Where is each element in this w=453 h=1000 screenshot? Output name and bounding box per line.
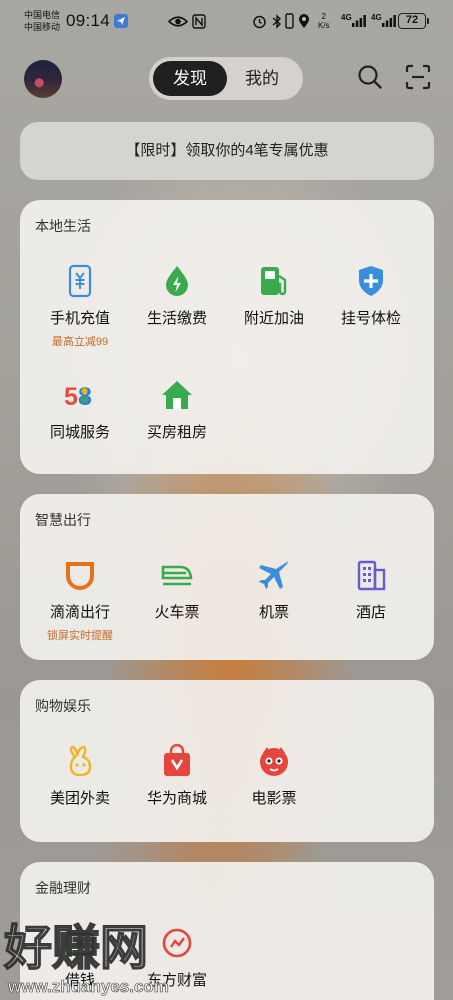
house-icon xyxy=(162,381,192,409)
carrier-2: 中国移动 xyxy=(24,22,61,32)
tile-city-service[interactable]: 5 8 同城服务 xyxy=(30,378,130,442)
didi-icon xyxy=(66,562,94,590)
signal-type-2: 4G xyxy=(371,13,382,22)
tile-label: 美团外卖 xyxy=(49,790,110,807)
tile-flight[interactable]: 机票 xyxy=(224,558,324,622)
tile-label: 同城服务 xyxy=(49,424,110,441)
watermark-url: www.zhuanyes.com xyxy=(7,977,169,996)
scan-icon[interactable] xyxy=(405,64,431,90)
tab-mine[interactable]: 我的 xyxy=(225,61,299,96)
carrier-info: 中国电信 中国移动 xyxy=(24,9,60,33)
signal-type-1: 4G xyxy=(341,13,352,22)
train-icon xyxy=(161,565,193,586)
tile-medical[interactable]: 挂号体检 xyxy=(321,264,421,328)
section-shopping-entertainment: 购物娱乐 美团外卖 华为商城 电影票 xyxy=(20,680,434,842)
tile-phone-recharge[interactable]: 手机充值 最高立减99 xyxy=(30,264,130,349)
tile-train[interactable]: 火车票 xyxy=(127,558,227,622)
tile-label: 华为商城 xyxy=(146,790,207,807)
vibrate-icon xyxy=(285,13,294,29)
carrier-1: 中国电信 xyxy=(24,10,61,20)
site-watermark: 好赚网 www.zhuanyes.com xyxy=(2,919,169,996)
section-title: 智慧出行 xyxy=(35,512,91,528)
tile-movie-ticket[interactable]: 电影票 xyxy=(224,744,324,808)
tile-label: 机票 xyxy=(258,604,289,621)
58-logo-icon: 5 8 xyxy=(64,383,92,411)
tile-label: 附近加油 xyxy=(243,310,304,327)
signal-bars-1-icon xyxy=(352,15,366,27)
tile-didi[interactable]: 滴滴出行 锁屏实时提醒 xyxy=(30,558,130,643)
utility-bill-icon xyxy=(166,266,188,296)
section-title: 购物娱乐 xyxy=(35,698,91,714)
tile-utility-bill[interactable]: 生活缴费 xyxy=(127,264,227,328)
location-arrow-icon xyxy=(114,14,128,28)
alarm-icon xyxy=(253,15,266,29)
net-speed-unit: K/s xyxy=(318,21,330,30)
tile-label: 酒店 xyxy=(355,604,386,621)
hotel-icon xyxy=(357,560,386,591)
promo-banner[interactable]: 【限时】领取你的4笔专属优惠 xyxy=(20,122,434,180)
section-local-life: 本地生活 手机充值 最高立减99 生活缴费 附近加油 挂号体检 5 同城服务 买… xyxy=(20,200,434,474)
net-speed: 2 K/s xyxy=(318,12,330,30)
tile-label: 生活缴费 xyxy=(146,310,207,327)
tile-huawei-store[interactable]: 华为商城 xyxy=(127,744,227,808)
watermark-text: 好赚网 xyxy=(3,920,148,976)
tile-label: 手机充值 xyxy=(49,310,110,327)
shopping-bag-icon xyxy=(164,744,190,776)
tile-meituan[interactable]: 美团外卖 xyxy=(30,744,130,808)
tile-label: 火车票 xyxy=(154,604,200,621)
tile-real-estate[interactable]: 买房租房 xyxy=(127,378,227,442)
user-avatar[interactable] xyxy=(24,60,62,98)
status-bar: 中国电信 中国移动 09:14 2 K/s 4G 4G 72 xyxy=(0,0,453,46)
clock: 09:14 xyxy=(66,11,111,30)
movie-ticket-icon xyxy=(260,747,288,776)
tile-label: 滴滴出行 xyxy=(49,604,110,621)
tile-gas-station[interactable]: 附近加油 xyxy=(224,264,324,328)
tab-switcher: 发现 我的 xyxy=(149,57,303,100)
airplane-icon xyxy=(259,561,288,589)
tab-discover[interactable]: 发现 xyxy=(153,61,227,96)
tile-hotel[interactable]: 酒店 xyxy=(321,558,421,622)
search-icon[interactable] xyxy=(357,64,383,90)
medical-shield-icon xyxy=(359,266,383,296)
tile-sublabel: 最高立减99 xyxy=(51,336,109,348)
bluetooth-icon xyxy=(272,14,282,29)
section-title: 金融理财 xyxy=(35,880,91,896)
gas-station-icon xyxy=(261,267,287,296)
svg-text:5: 5 xyxy=(64,383,78,411)
eye-comfort-icon xyxy=(168,16,188,27)
section-smart-travel: 智慧出行 滴滴出行 锁屏实时提醒 火车票 机票 酒店 xyxy=(20,494,434,660)
net-speed-value: 2 xyxy=(321,12,326,21)
signal-bars-2-icon xyxy=(382,15,396,27)
tile-label: 电影票 xyxy=(251,790,297,807)
location-pin-icon xyxy=(299,14,309,28)
phone-recharge-icon xyxy=(68,264,92,298)
battery-indicator: 72 xyxy=(398,13,429,29)
tile-label: 挂号体检 xyxy=(340,310,401,327)
section-title: 本地生活 xyxy=(35,218,91,234)
nfc-icon xyxy=(192,14,206,29)
tile-sublabel: 锁屏实时提醒 xyxy=(47,630,113,642)
tile-label: 买房租房 xyxy=(146,424,207,441)
meituan-icon xyxy=(69,745,92,777)
